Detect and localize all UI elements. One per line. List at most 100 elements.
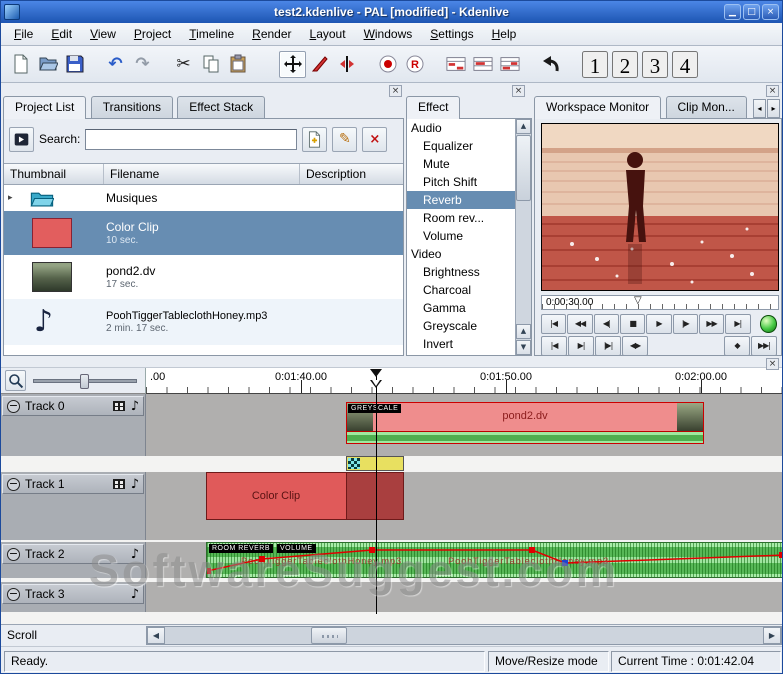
cut-button[interactable]: ✂ — [170, 51, 197, 78]
menu-item-project[interactable]: Project — [125, 23, 180, 45]
effect-item-gamma[interactable]: Gamma — [407, 299, 515, 317]
column-description[interactable]: Description — [300, 164, 403, 184]
rewind-button[interactable]: ◀◀ — [567, 313, 593, 334]
record-button[interactable] — [374, 51, 401, 78]
stop-button[interactable]: ■ — [619, 313, 646, 334]
expander-icon[interactable]: ▸ — [8, 193, 13, 203]
menu-item-render[interactable]: Render — [243, 23, 300, 45]
scroll-up-button[interactable]: ▲ — [516, 119, 531, 134]
close-button[interactable]: × — [762, 4, 779, 20]
set-inpoint-button[interactable]: |◀ — [541, 335, 567, 356]
tab-clip-monitor[interactable]: Clip Mon... — [665, 96, 747, 119]
new-document-button[interactable] — [7, 51, 34, 78]
effect-item-brightness[interactable]: Brightness — [407, 263, 515, 281]
effect-group-video[interactable]: Video — [407, 245, 515, 263]
timeline-transition[interactable] — [346, 456, 404, 471]
copy-button[interactable] — [197, 51, 224, 78]
effect-scrollbar[interactable]: ▲ ▲ ▼ — [515, 119, 531, 355]
razor-tool-button[interactable] — [306, 51, 333, 78]
effect-item-room-reverb[interactable]: Room rev... — [407, 209, 515, 227]
fast-forward-button[interactable]: ▶▶ — [698, 313, 725, 334]
track-content-3[interactable] — [146, 582, 782, 612]
play-button[interactable]: ▶ — [646, 313, 672, 334]
tab-effect-stack[interactable]: Effect Stack — [177, 96, 266, 119]
track-content-0[interactable]: pond2.dv GREYSCALE — [146, 394, 782, 456]
timeline-clip-audio[interactable]: ROOM REVERB VOLUME PoohTiggerTableclothH… — [206, 542, 782, 578]
scrollbar-thumb[interactable] — [516, 135, 531, 201]
collapse-track-button[interactable]: − — [7, 399, 20, 413]
scroll-right-button[interactable]: ▶ — [763, 627, 781, 644]
menu-item-edit[interactable]: Edit — [42, 23, 81, 45]
menu-item-timeline[interactable]: Timeline — [180, 23, 243, 45]
frame-forward-button[interactable]: |▶ — [672, 313, 698, 334]
menu-item-settings[interactable]: Settings — [421, 23, 482, 45]
layout-2-button[interactable]: 2 — [612, 50, 638, 78]
zoom-button[interactable] — [5, 370, 26, 391]
effect-item-mute[interactable]: Mute — [407, 155, 515, 173]
tab-transitions[interactable]: Transitions — [90, 96, 173, 119]
scroll-down-button[interactable]: ▼ — [516, 340, 531, 355]
marker-button[interactable]: ◆ — [724, 335, 750, 356]
layout-3-button[interactable]: 3 — [642, 50, 668, 78]
redo-button[interactable]: ↷ — [129, 51, 156, 78]
move-tool-button[interactable] — [279, 50, 306, 78]
zoom-slider[interactable] — [33, 374, 137, 389]
effect-group-audio[interactable]: Audio — [407, 119, 515, 137]
edit-clip-button[interactable]: ✎ — [332, 126, 358, 152]
layout-4-button[interactable]: 4 — [672, 50, 698, 78]
effect-item-invert[interactable]: Invert — [407, 335, 515, 353]
add-clip-button[interactable] — [302, 126, 328, 152]
list-item-musiques[interactable]: ▸ Musiques — [4, 185, 403, 211]
spacer-tool-button[interactable] — [333, 51, 360, 78]
play-section-button[interactable]: |▶| — [595, 335, 621, 356]
menu-item-file[interactable]: File — [5, 23, 42, 45]
go-end-button[interactable]: ▶| — [725, 313, 751, 334]
open-project-button[interactable] — [34, 51, 61, 78]
timeline-ruler[interactable]: .00 0:01:40.00 0:01:50.00 0:02:00.00 — [146, 368, 782, 394]
effect-item-greyscale[interactable]: Greyscale — [407, 317, 515, 335]
list-item-mp3[interactable]: ♪ PoohTiggerTableclothHoney.mp3 2 min. 1… — [4, 299, 403, 345]
tab-project-list[interactable]: Project List — [3, 96, 87, 119]
tab-workspace-monitor[interactable]: Workspace Monitor — [534, 96, 662, 119]
monitor-position-marker[interactable]: ▽ — [634, 295, 642, 306]
timeline-clip-color[interactable]: Color Clip — [206, 472, 404, 520]
collapse-track-button[interactable]: − — [7, 587, 20, 601]
project-bin-button[interactable] — [9, 126, 34, 152]
delete-clip-button[interactable]: × — [362, 126, 388, 152]
play-loop-button[interactable]: ▶▶| — [751, 335, 777, 356]
list-item-color-clip[interactable]: Color Clip 10 sec. — [4, 211, 403, 255]
list-item-pond2[interactable]: pond2.dv 17 sec. — [4, 255, 403, 299]
effect-item-charcoal[interactable]: Charcoal — [407, 281, 515, 299]
close-timeline-dock-button[interactable]: × — [766, 358, 779, 370]
menu-item-layout[interactable]: Layout — [301, 23, 355, 45]
title-bar[interactable]: test2.kdenlive - PAL [modified] - Kdenli… — [1, 1, 782, 23]
layout-1-button[interactable]: 1 — [582, 50, 608, 78]
show-audio-tracks-button[interactable] — [496, 51, 523, 78]
tab-scroll-right-button[interactable]: ▸ — [767, 99, 780, 118]
go-start-button[interactable]: |◀ — [541, 313, 567, 334]
timeline-horizontal-scrollbar[interactable]: ◀ ▶ — [146, 626, 782, 645]
monitor-status-ball[interactable] — [759, 314, 778, 333]
effect-item-equalizer[interactable]: Equalizer — [407, 137, 515, 155]
effect-item-reverb[interactable]: Reverb — [407, 191, 515, 209]
tab-scroll-left-button[interactable]: ◂ — [753, 99, 766, 118]
menu-item-view[interactable]: View — [81, 23, 125, 45]
paste-button[interactable] — [224, 51, 251, 78]
column-thumbnail[interactable]: Thumbnail — [4, 164, 104, 184]
collapse-track-button[interactable]: − — [7, 477, 20, 491]
scroll-left-button[interactable]: ◀ — [147, 627, 165, 644]
timeline-clip-pond2[interactable]: pond2.dv GREYSCALE — [346, 402, 704, 444]
frame-back-button[interactable]: ◀| — [593, 313, 619, 334]
save-button[interactable] — [61, 51, 88, 78]
minimize-button[interactable]: ▁ — [724, 4, 741, 20]
menu-item-help[interactable]: Help — [483, 23, 526, 45]
search-input[interactable] — [85, 128, 298, 150]
show-video-tracks-button[interactable] — [469, 51, 496, 78]
zoom-slider-handle[interactable] — [80, 374, 89, 389]
monitor-position-ruler[interactable]: 0:00:30.00 ▽ — [541, 295, 779, 310]
collapse-track-button[interactable]: − — [7, 547, 20, 561]
play-between-button[interactable]: ◀▶ — [622, 335, 648, 356]
effect-item-pitch-shift[interactable]: Pitch Shift — [407, 173, 515, 191]
track-content-1[interactable]: Color Clip — [146, 472, 782, 540]
menu-item-windows[interactable]: Windows — [355, 23, 422, 45]
